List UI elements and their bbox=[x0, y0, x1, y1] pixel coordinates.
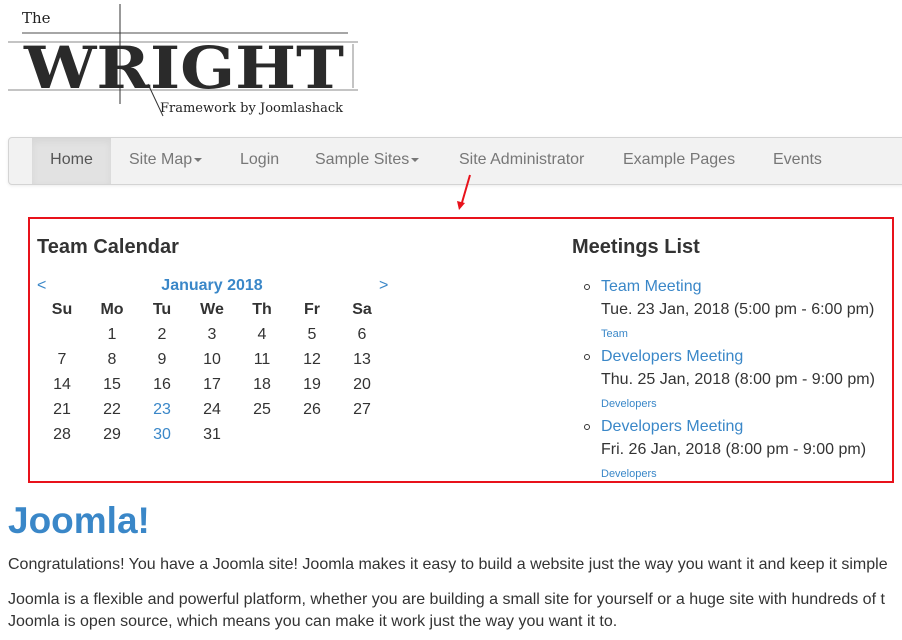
meeting-date: Thu. 25 Jan, 2018 (8:00 pm - 9:00 pm) bbox=[601, 371, 875, 388]
calendar-day: 26 bbox=[303, 401, 321, 418]
meeting-category-link[interactable]: Team bbox=[601, 322, 875, 346]
article-paragraph: Joomla is a flexible and powerful platfo… bbox=[8, 591, 885, 608]
meeting-date: Tue. 23 Jan, 2018 (5:00 pm - 6:00 pm) bbox=[601, 301, 875, 318]
nav-label: Site Map bbox=[129, 151, 193, 168]
meeting-title-link[interactable]: Team Meeting bbox=[601, 276, 875, 298]
article-paragraph: Joomla is open source, which means you c… bbox=[8, 613, 618, 630]
calendar-day: 14 bbox=[53, 376, 71, 393]
calendar-day-event[interactable]: 30 bbox=[137, 426, 187, 444]
meeting-item: Developers Meeting Fri. 26 Jan, 2018 (8:0… bbox=[584, 416, 875, 486]
calendar-day: 25 bbox=[253, 401, 271, 418]
meetings-list: Team Meeting Tue. 23 Jan, 2018 (5:00 pm -… bbox=[584, 276, 875, 486]
calendar-day: 10 bbox=[203, 351, 221, 368]
calendar-day: 21 bbox=[53, 401, 71, 418]
nav-site-map[interactable]: Site Map bbox=[129, 138, 203, 184]
nav-label: Sample Sites bbox=[315, 151, 410, 168]
calendar-prev-button[interactable]: < bbox=[37, 277, 46, 295]
circle-bullet-icon bbox=[584, 354, 590, 360]
calendar-title: Team Calendar bbox=[37, 236, 179, 258]
calendar-day: 24 bbox=[203, 401, 221, 418]
annotation-arrow-icon bbox=[457, 174, 471, 210]
calendar-day: 13 bbox=[353, 351, 371, 368]
weekday-header: Fr bbox=[304, 301, 320, 318]
calendar-day: 7 bbox=[57, 351, 67, 368]
calendar-day-event[interactable]: 23 bbox=[137, 401, 187, 419]
nav-home[interactable]: Home bbox=[32, 138, 111, 184]
calendar-day: 6 bbox=[357, 326, 367, 343]
meeting-item: Team Meeting Tue. 23 Jan, 2018 (5:00 pm -… bbox=[584, 276, 875, 346]
weekday-header: Mo bbox=[100, 301, 124, 318]
weekday-header: Tu bbox=[152, 301, 172, 318]
weekday-header: Sa bbox=[352, 301, 372, 318]
meeting-category-link[interactable]: Developers bbox=[601, 462, 875, 486]
meetings-title: Meetings List bbox=[572, 236, 700, 258]
weekday-header: We bbox=[200, 301, 224, 318]
calendar-next-button[interactable]: > bbox=[379, 277, 388, 295]
article-paragraph: Congratulations! You have a Joomla site!… bbox=[8, 556, 888, 573]
weekday-header: Su bbox=[51, 301, 73, 318]
calendar-day: 31 bbox=[203, 426, 221, 443]
calendar-day: 19 bbox=[303, 376, 321, 393]
calendar-day: 2 bbox=[157, 326, 167, 343]
calendar-day: 20 bbox=[353, 376, 371, 393]
calendar-day: 22 bbox=[103, 401, 121, 418]
meeting-category-link[interactable]: Developers bbox=[601, 392, 875, 416]
circle-bullet-icon bbox=[584, 424, 590, 430]
caret-down-icon bbox=[411, 157, 420, 162]
calendar-day: 28 bbox=[53, 426, 71, 443]
calendar-day: 18 bbox=[253, 376, 271, 393]
caret-down-icon bbox=[194, 157, 203, 162]
nav-events[interactable]: Events bbox=[773, 138, 822, 184]
meeting-title-link[interactable]: Developers Meeting bbox=[601, 346, 875, 368]
logo-text-main: WRIGHT bbox=[23, 34, 344, 102]
calendar-day: 9 bbox=[157, 351, 167, 368]
wright-logo[interactable]: The WRIGHT Framework by Joomlashack bbox=[8, 4, 363, 119]
nav-example-pages[interactable]: Example Pages bbox=[623, 138, 735, 184]
meeting-date: Fri. 26 Jan, 2018 (8:00 pm - 9:00 pm) bbox=[601, 441, 867, 458]
calendar-day: 5 bbox=[307, 326, 317, 343]
article-title: Joomla! bbox=[8, 500, 150, 541]
calendar-day: 29 bbox=[103, 426, 121, 443]
circle-bullet-icon bbox=[584, 284, 590, 290]
nav-sample-sites[interactable]: Sample Sites bbox=[315, 138, 420, 184]
nav-login[interactable]: Login bbox=[240, 138, 279, 184]
logo-text-the: The bbox=[22, 9, 51, 27]
calendar-day: 15 bbox=[103, 376, 121, 393]
calendar-day: 27 bbox=[353, 401, 371, 418]
calendar-day: 12 bbox=[303, 351, 321, 368]
calendar-day: 11 bbox=[253, 351, 271, 368]
calendar-day: 8 bbox=[107, 351, 117, 368]
calendar-day: 1 bbox=[107, 326, 117, 343]
meeting-title-link[interactable]: Developers Meeting bbox=[601, 416, 875, 438]
calendar-day: 17 bbox=[203, 376, 221, 393]
calendar-day: 16 bbox=[153, 376, 171, 393]
calendar-day: 3 bbox=[207, 326, 217, 343]
calendar-day: 4 bbox=[257, 326, 267, 343]
weekday-header: Th bbox=[252, 301, 272, 318]
meeting-item: Developers Meeting Thu. 25 Jan, 2018 (8:0… bbox=[584, 346, 875, 416]
calendar-month-label[interactable]: January 2018 bbox=[112, 277, 312, 295]
logo-text-sub: Framework by Joomlashack bbox=[160, 101, 343, 116]
